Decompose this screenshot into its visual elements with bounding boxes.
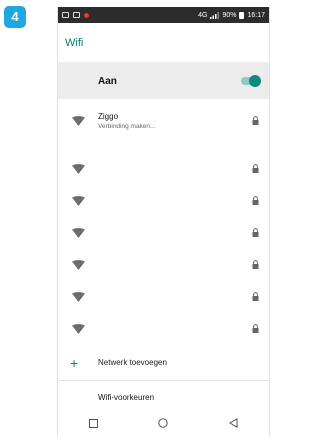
signal-icon xyxy=(210,11,220,19)
wifi-signal-icon xyxy=(58,228,98,238)
lock-icon xyxy=(252,320,259,338)
recent-apps-icon[interactable] xyxy=(81,413,105,433)
wifi-master-switch-row[interactable]: Aan xyxy=(58,63,269,99)
battery-percentage: 90% xyxy=(222,11,237,19)
wifi-signal-icon xyxy=(58,116,98,126)
network-name: Ziggo xyxy=(98,112,119,121)
home-icon[interactable] xyxy=(151,413,175,433)
wifi-signal-icon xyxy=(58,196,98,206)
navigation-bar xyxy=(58,409,269,437)
lock-icon xyxy=(252,160,259,178)
wifi-preferences-label: Wifi-voorkeuren xyxy=(98,393,155,402)
master-switch-label: Aan xyxy=(98,75,117,87)
network-row[interactable] xyxy=(58,217,269,249)
square-icon xyxy=(73,12,80,18)
page-title: Wifi xyxy=(65,36,84,49)
lock-icon xyxy=(252,112,259,130)
lock-icon xyxy=(252,224,259,242)
image-icon xyxy=(62,12,69,18)
lock-icon xyxy=(252,192,259,210)
battery-icon xyxy=(239,11,245,19)
lock-icon xyxy=(252,256,259,274)
network-row[interactable] xyxy=(58,313,269,345)
network-row[interactable] xyxy=(58,153,269,185)
add-network-row[interactable]: + Netwerk toevoegen xyxy=(58,345,269,381)
lock-icon xyxy=(252,288,259,306)
phone-screen: 4G 90% 16:17 Wifi Aan Ziggo Verbinding m… xyxy=(57,7,270,437)
network-row-ziggo[interactable]: Ziggo Verbinding maken... xyxy=(58,99,269,143)
notification-dot-icon xyxy=(84,12,89,18)
network-row[interactable] xyxy=(58,185,269,217)
status-bar: 4G 90% 16:17 xyxy=(58,7,269,23)
toggle-thumb xyxy=(249,75,261,87)
network-row[interactable] xyxy=(58,281,269,313)
wifi-toggle[interactable] xyxy=(241,75,261,87)
wifi-signal-icon xyxy=(58,324,98,334)
step-number-badge: 4 xyxy=(4,6,26,28)
wifi-signal-icon xyxy=(58,292,98,302)
wifi-signal-icon xyxy=(58,164,98,174)
add-network-label: Netwerk toevoegen xyxy=(98,358,167,367)
plus-icon: + xyxy=(70,354,79,371)
back-icon[interactable] xyxy=(222,413,246,433)
network-type: 4G xyxy=(198,11,208,19)
wifi-signal-icon xyxy=(58,260,98,270)
network-row[interactable] xyxy=(58,249,269,281)
network-status: Verbinding maken... xyxy=(98,123,156,130)
clock: 16:17 xyxy=(247,11,265,19)
app-bar: Wifi xyxy=(58,23,269,63)
